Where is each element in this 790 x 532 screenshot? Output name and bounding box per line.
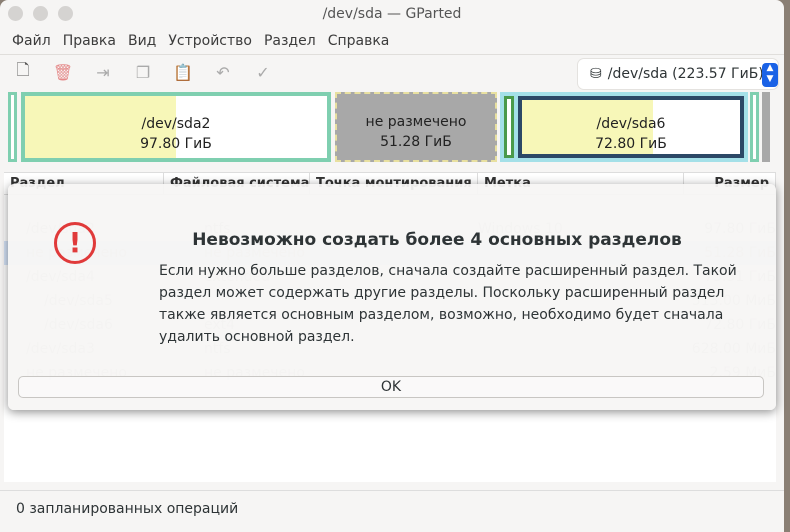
menu-file[interactable]: Файл <box>6 33 57 49</box>
partition-name: /dev/sda2 <box>141 116 211 132</box>
titlebar: /dev/sda — GParted <box>0 0 784 28</box>
dialog-title: Невозможно создать более 4 основных разд… <box>192 230 682 250</box>
window-title: /dev/sda — GParted <box>322 6 462 22</box>
unallocated-small[interactable] <box>762 92 770 162</box>
partition-sda2[interactable]: /dev/sda2 97.80 ГиБ <box>21 92 331 162</box>
partition-size: 72.80 ГиБ <box>595 136 667 152</box>
undo-icon[interactable]: ↶ <box>210 60 236 86</box>
paste-icon[interactable]: 📋 <box>170 60 196 86</box>
spinner-icon[interactable]: ▲ ▼ <box>762 63 778 87</box>
copy-icon[interactable]: ❐ <box>130 60 156 86</box>
new-icon[interactable]: 🗋 <box>10 60 36 86</box>
menu-device[interactable]: Устройство <box>162 33 258 49</box>
menubar: Файл Правка Вид Устройство Раздел Справк… <box>0 28 784 54</box>
toolbar: 🗋 🗑 ⇥ ❐ 📋 ↶ ✓ ⛁ /dev/sda (223.57 ГиБ) ▲ ▼ <box>0 54 784 90</box>
close-button[interactable] <box>8 6 23 21</box>
partition-sda3[interactable] <box>750 92 759 162</box>
maximize-button[interactable] <box>58 6 73 21</box>
partition-size: 51.28 ГиБ <box>380 134 452 150</box>
drive-icon: ⛁ <box>590 66 602 82</box>
delete-icon[interactable]: 🗑 <box>50 60 76 86</box>
device-label: /dev/sda (223.57 ГиБ) <box>607 66 764 82</box>
menu-view[interactable]: Вид <box>122 33 162 49</box>
device-selector[interactable]: ⛁ /dev/sda (223.57 ГиБ) ▲ ▼ <box>578 59 778 89</box>
error-dialog: ! Невозможно создать более 4 основных ра… <box>8 184 776 410</box>
menu-edit[interactable]: Правка <box>57 33 122 49</box>
partition-sda6[interactable]: /dev/sda6 72.80 ГиБ <box>518 96 744 158</box>
status-bar: 0 запланированных операций <box>0 490 784 526</box>
ok-button[interactable]: OK <box>18 376 764 398</box>
unallocated-space[interactable]: не размечено 51.28 ГиБ <box>335 92 497 162</box>
dialog-message: Если нужно больше разделов, сначала созд… <box>159 263 737 345</box>
menu-help[interactable]: Справка <box>322 33 396 49</box>
partition-sda5[interactable] <box>504 96 514 158</box>
partition-sda4-extended[interactable]: /dev/sda6 72.80 ГиБ <box>500 92 748 162</box>
minimize-button[interactable] <box>33 6 48 21</box>
partition-sda1[interactable] <box>8 92 17 162</box>
apply-icon[interactable]: ✓ <box>250 60 276 86</box>
partition-name: /dev/sda6 <box>596 116 666 132</box>
disk-map: /dev/sda2 97.80 ГиБ не размечено 51.28 ГиБ… <box>5 90 773 164</box>
partition-size: 97.80 ГиБ <box>140 136 212 152</box>
resize-icon[interactable]: ⇥ <box>90 60 116 86</box>
menu-partition[interactable]: Раздел <box>258 33 322 49</box>
partition-name: не размечено <box>365 114 467 130</box>
